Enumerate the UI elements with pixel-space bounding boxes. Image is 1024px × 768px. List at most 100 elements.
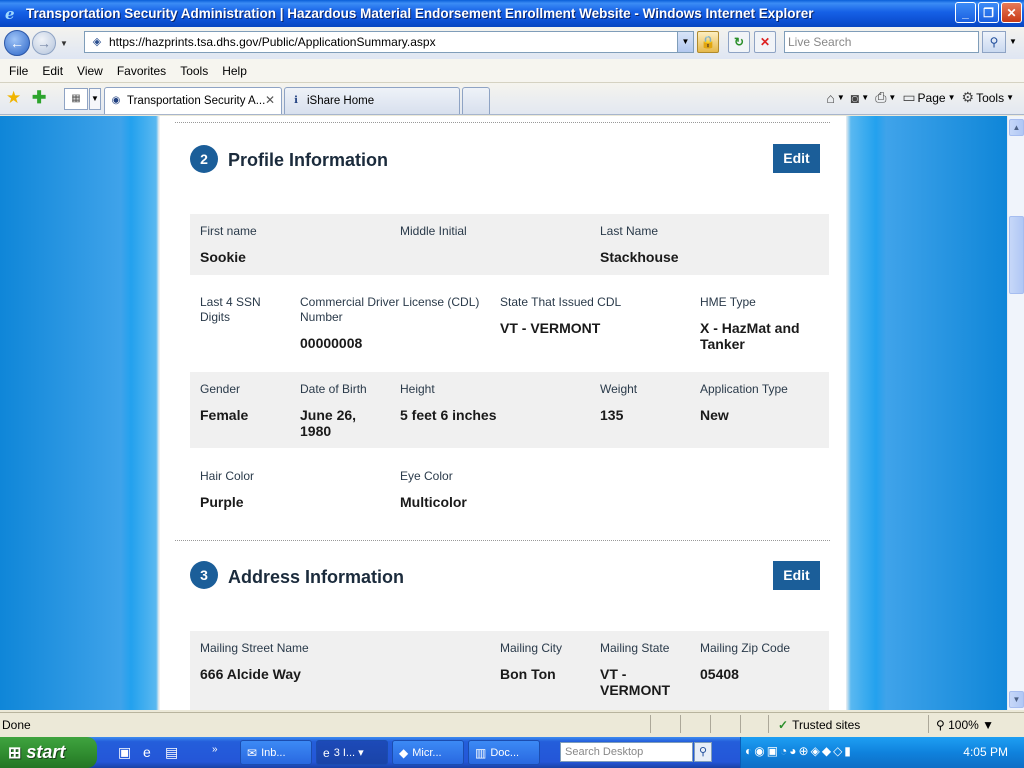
desktop-search-input[interactable]: Search Desktop — [560, 742, 693, 762]
address-dropdown-icon[interactable]: ▼ — [677, 32, 693, 52]
field-value: VT - VERMONT — [600, 666, 670, 698]
mailing-street-field: Mailing Street Name 666 Alcide Way — [200, 641, 490, 682]
scrollbar-thumb[interactable] — [1009, 216, 1024, 294]
page-viewport: 2 Profile Information Edit First name So… — [0, 116, 1007, 710]
menu-bar: File Edit View Favorites Tools Help — [0, 59, 1024, 83]
system-tray: ◐◉▣◔◕⊕◈◆◇▮ 4:05 PM — [740, 737, 1024, 768]
field-label: Mailing City — [500, 641, 563, 655]
taskbar-item-ie[interactable]: e3 I... ▾ — [316, 740, 388, 765]
url-text[interactable]: https://hazprints.tsa.dhs.gov/Public/App… — [109, 35, 436, 49]
taskbar-item-document[interactable]: ▥ Doc... — [468, 740, 540, 765]
security-zone[interactable]: ✓ Trusted sites — [778, 718, 860, 732]
home-button[interactable]: ⌂ ▼ — [826, 90, 844, 106]
desktop-search-icon[interactable]: ⚲ — [694, 742, 712, 762]
edit-profile-button[interactable]: Edit — [773, 144, 820, 173]
field-label: Mailing Street Name — [200, 641, 309, 655]
minimize-button[interactable]: _ — [955, 2, 976, 23]
windows-flag-icon: ⊞ — [8, 744, 22, 762]
close-tab-icon[interactable]: ✕ — [265, 93, 275, 107]
maximize-button[interactable]: ❐ — [978, 2, 999, 23]
quicklaunch-expand-icon[interactable]: » — [212, 744, 218, 755]
field-label: Middle Initial — [400, 224, 467, 238]
field-value: Multicolor — [400, 494, 467, 510]
show-desktop-icon[interactable]: ▣ — [118, 744, 131, 761]
ishare-icon: ℹ — [294, 95, 298, 106]
tab-tsa[interactable]: ◉ Transportation Security A... ✕ — [104, 87, 282, 114]
menu-favorites[interactable]: Favorites — [117, 64, 166, 78]
tray-icons[interactable]: ◐◉▣◔◕⊕◈◆◇▮ — [745, 744, 853, 758]
hme-type-field: HME Type X - HazMat and Tanker — [700, 295, 800, 352]
field-value: Bon Ton — [500, 666, 556, 682]
window-titlebar: e Transportation Security Administration… — [0, 0, 1024, 27]
ie-quicklaunch-icon[interactable]: e — [143, 744, 151, 760]
rss-icon: ◙ — [850, 89, 860, 106]
forward-button[interactable]: → — [32, 31, 56, 55]
first-name-field: First name Sookie — [200, 224, 390, 265]
profile-information-heading: Profile Information — [228, 150, 389, 170]
new-tab-button[interactable] — [462, 87, 490, 114]
back-button[interactable]: ← — [4, 30, 30, 56]
profile-row-license: Last 4 SSN Digits Commercial Driver Lice… — [190, 285, 829, 361]
taskbar-item-inbox[interactable]: ✉ Inb... — [240, 740, 312, 765]
search-button-icon[interactable]: ⚲ — [982, 31, 1006, 53]
field-value: June 26, 1980 — [300, 407, 357, 439]
tab-bar: ★ ✚ ▦ ▼ ◉ Transportation Security A... ✕… — [0, 83, 1024, 115]
tools-menu-button[interactable]: ⚙ Tools ▼ — [962, 89, 1015, 106]
menu-file[interactable]: File — [9, 64, 28, 78]
tab-list-dropdown-icon[interactable]: ▼ — [89, 88, 101, 110]
quick-tabs-icon[interactable]: ▦ — [64, 88, 88, 110]
close-window-button[interactable]: ✕ — [1001, 2, 1022, 23]
scroll-up-icon[interactable]: ▲ — [1009, 119, 1024, 136]
vertical-scrollbar[interactable]: ▲ ▼ — [1007, 116, 1024, 710]
page-menu-button[interactable]: ▭ Page ▼ — [902, 89, 955, 106]
menu-edit[interactable]: Edit — [42, 64, 63, 78]
tab-label: Transportation Security A... — [127, 95, 266, 107]
field-label: Date of Birth — [300, 382, 367, 396]
address-information-heading: Address Information — [228, 567, 405, 587]
stop-button[interactable]: ✕ — [754, 31, 776, 53]
last-name-field: Last Name Stackhouse — [600, 224, 820, 265]
history-dropdown-icon[interactable]: ▼ — [59, 39, 69, 48]
page-icon: ▭ — [902, 89, 916, 105]
field-value: Female — [200, 407, 249, 423]
start-button[interactable]: ⊞ start — [0, 737, 97, 768]
menu-help[interactable]: Help — [222, 64, 247, 78]
profile-row-colors: Hair Color Purple Eye Color Multicolor — [190, 459, 829, 519]
field-value: X - HazMat and Tanker — [700, 320, 800, 352]
date-of-birth-field: Date of Birth June 26, 1980 — [300, 382, 390, 439]
field-label: Gender — [200, 382, 241, 396]
field-label: Commercial Driver License (CDL) Number — [300, 295, 480, 324]
section-number-badge: 3 — [190, 561, 218, 589]
add-favorite-icon[interactable]: ✚ — [32, 88, 46, 108]
site-icon: ◈ — [92, 36, 102, 48]
zoom-magnifier-icon: ⚲ — [936, 718, 949, 732]
excel-quicklaunch-icon[interactable]: ▤ — [165, 744, 178, 761]
field-value: New — [700, 407, 729, 423]
search-options-dropdown-icon[interactable]: ▼ — [1007, 31, 1019, 53]
live-search-input[interactable]: Live Search — [784, 31, 979, 53]
field-label: Last 4 SSN Digits — [200, 295, 261, 324]
print-button[interactable]: ⎙ ▼ — [875, 89, 896, 106]
field-value: Sookie — [200, 249, 246, 265]
security-lock-icon[interactable]: 🔒 — [697, 31, 719, 53]
cdl-state-field: State That Issued CDL VT - VERMONT — [500, 295, 690, 336]
tab-ishare[interactable]: ℹ iShare Home — [284, 87, 460, 114]
zoom-level[interactable]: ⚲ 100% ▼ — [936, 718, 994, 732]
mailing-zip-field: Mailing Zip Code 05408 — [700, 641, 820, 682]
address-bar[interactable]: ◈ https://hazprints.tsa.dhs.gov/Public/A… — [84, 31, 694, 53]
menu-view[interactable]: View — [77, 64, 103, 78]
weight-field: Weight 135 — [600, 382, 690, 423]
field-value: Stackhouse — [600, 249, 679, 265]
middle-initial-field: Middle Initial — [400, 224, 590, 249]
refresh-button[interactable]: ↻ — [728, 31, 750, 53]
field-label: Eye Color — [400, 469, 453, 483]
clock: 4:05 PM — [963, 745, 1008, 759]
taskbar-item-microsoft[interactable]: ◆ Micr... — [392, 740, 464, 765]
menu-tools[interactable]: Tools — [180, 64, 208, 78]
scroll-down-icon[interactable]: ▼ — [1009, 691, 1024, 708]
field-label: HME Type — [700, 295, 756, 309]
favorites-star-icon[interactable]: ★ — [6, 88, 21, 108]
feeds-button[interactable]: ◙ ▼ — [851, 90, 869, 106]
edit-address-button[interactable]: Edit — [773, 561, 820, 590]
section-number-badge: 2 — [190, 145, 218, 173]
